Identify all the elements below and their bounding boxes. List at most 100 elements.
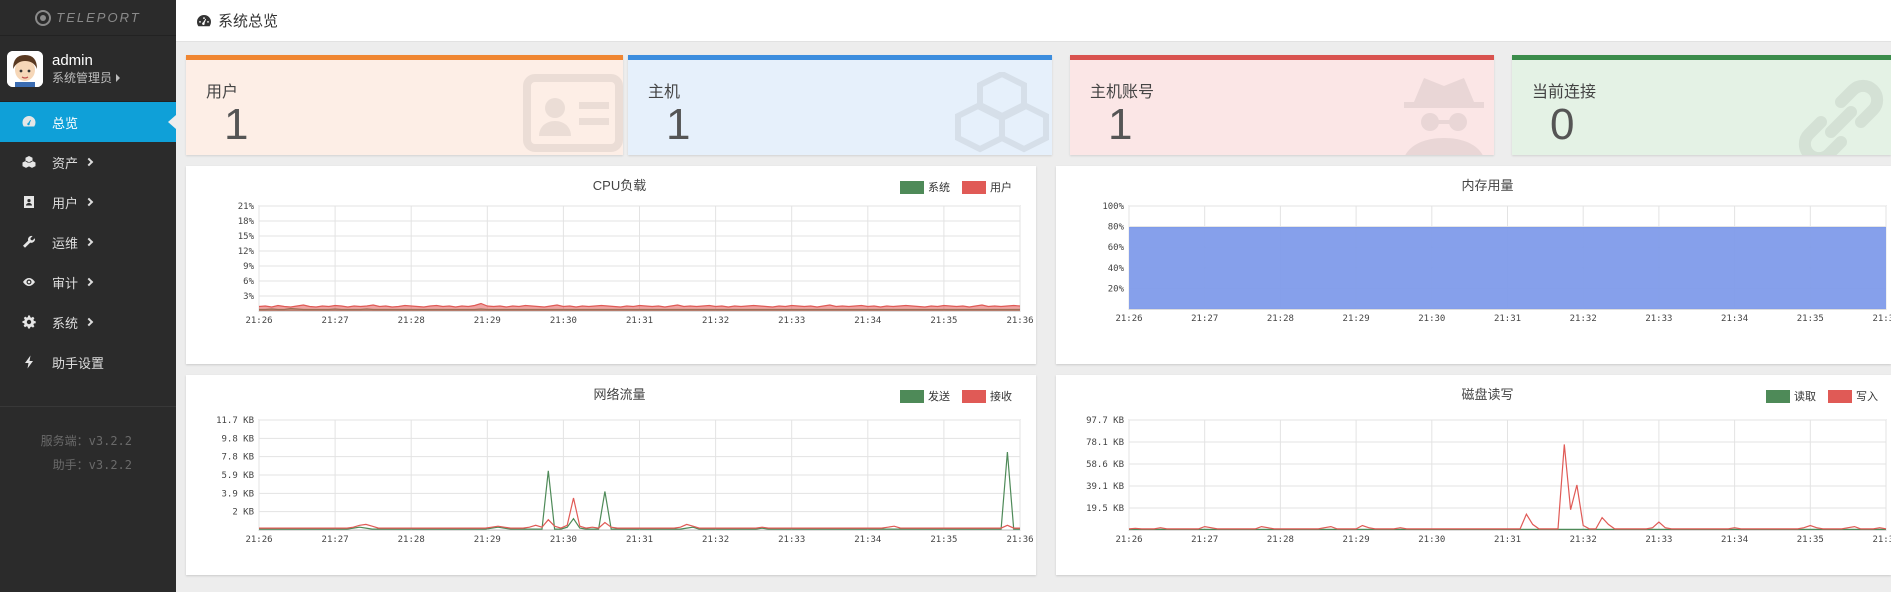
x-tick-label: 21:31 — [1494, 535, 1521, 545]
sidebar-item-label: 助手设置 — [52, 355, 105, 371]
stat-card-0[interactable]: 用户 1 — [186, 55, 623, 155]
link-icon — [1791, 72, 1891, 155]
sidebar-item-6[interactable]: 助手设置 — [0, 342, 176, 382]
sidebar-item-0[interactable]: 总览 — [0, 102, 176, 142]
user-secret-icon — [1394, 72, 1494, 155]
legend-label: 读取 — [1794, 389, 1816, 403]
user-panel[interactable]: admin 系统管理员 — [0, 36, 176, 102]
address-card-icon — [22, 195, 36, 209]
user-role-label: 系统管理员 — [52, 70, 113, 85]
sidebar-item-label: 总览 — [52, 115, 79, 131]
y-tick-label: 11.7 KB — [216, 416, 254, 426]
legend-label: 写入 — [1856, 391, 1878, 403]
x-tick-label: 21:28 — [1267, 314, 1294, 324]
user-name: admin — [52, 51, 93, 69]
legend-label: 用户 — [990, 180, 1012, 194]
cubes-icon — [952, 70, 1052, 155]
top-bar: 系统总览 — [176, 0, 1891, 42]
x-tick-label: 21:26 — [245, 316, 272, 326]
sidebar-item-4[interactable]: 审计 — [0, 262, 176, 302]
sidebar-menu: 总览资产 用户 运维 审计 系统助手设置 — [0, 102, 176, 382]
x-tick-label: 21:27 — [322, 535, 349, 545]
x-tick-label: 21:32 — [1570, 314, 1597, 324]
x-tick-label: 21:26 — [1115, 535, 1142, 545]
x-tick-label: 21:36 — [1872, 535, 1891, 545]
id-card-icon — [523, 72, 623, 155]
y-tick-label: 12% — [238, 247, 255, 257]
eye-icon — [22, 275, 36, 289]
y-tick-label: 5.9 KB — [221, 471, 254, 481]
stat-card-value: 1 — [224, 100, 249, 149]
x-tick-label: 21:32 — [702, 316, 729, 326]
sidebar-item-5[interactable]: 系统 — [0, 302, 176, 342]
stat-card-value: 1 — [666, 100, 691, 149]
x-tick-label: 21:34 — [1721, 535, 1748, 545]
dashboard-icon — [22, 115, 36, 129]
x-tick-label: 21:30 — [550, 535, 577, 545]
y-tick-label: 80% — [1108, 223, 1125, 233]
x-tick-label: 21:36 — [1006, 535, 1033, 545]
stat-card-value: 0 — [1550, 100, 1575, 149]
x-tick-label: 21:33 — [778, 535, 805, 545]
sidebar-item-2[interactable]: 用户 — [0, 182, 176, 222]
avatar — [7, 50, 43, 87]
dashboard-icon — [197, 14, 211, 26]
y-tick-label: 3.9 KB — [221, 489, 254, 499]
network-chart-panel: 网络流量 2 KB 3.9 KB 5.9 KB 7.8 KB 9.8 KB 11.7 KB 2… — [186, 375, 1036, 575]
y-tick-label: 21% — [238, 202, 255, 212]
y-tick-label: 19.5 KB — [1086, 504, 1124, 514]
sidebar: TELEPORT admin 系统管理员 总览 资产 用户 运维 审计 系统 助手设置 服务… — [0, 0, 176, 592]
disk-chart-panel: 磁盘读写 19.5 KB 39.1 KB 58.6 KB 78.1 KB 97.7 KB 2… — [1056, 375, 1891, 575]
x-tick-label: 21:31 — [626, 535, 653, 545]
x-tick-label: 21:27 — [322, 316, 349, 326]
cpu-chart-panel: CPU负载 3% 6% 9% 12% 15% 18% 21% 21:26 21:27 21:28 21… — [186, 166, 1036, 364]
y-tick-label: 78.1 KB — [1086, 438, 1124, 448]
y-tick-label: 7.8 KB — [221, 453, 254, 463]
y-tick-label: 9% — [243, 262, 254, 272]
y-tick-label: 3% — [243, 292, 254, 302]
disk-chart: 磁盘读写 19.5 KB 39.1 KB 58.6 KB 78.1 KB 97.7 KB 2… — [1086, 387, 1891, 545]
x-tick-label: 21:26 — [1115, 314, 1142, 324]
x-tick-label: 21:28 — [398, 316, 425, 326]
user-role-dropdown[interactable]: 系统管理员 — [52, 70, 121, 86]
caret-right-icon — [116, 74, 121, 83]
x-tick-label: 21:35 — [930, 535, 957, 545]
y-tick-label: 60% — [1108, 243, 1125, 253]
legend-swatch — [900, 181, 924, 194]
y-tick-label: 97.7 KB — [1086, 416, 1124, 426]
server-version: 服务端：v3.2.2 — [40, 434, 132, 448]
y-tick-label: 6% — [243, 277, 254, 287]
stat-card-2[interactable]: 主机账号 1 — [1070, 55, 1494, 155]
gear-icon — [22, 315, 36, 329]
stat-card-1[interactable]: 主机 1 — [628, 55, 1052, 155]
network-chart: 网络流量 2 KB 3.9 KB 5.9 KB 7.8 KB 9.8 KB 11.7 KB 2… — [216, 387, 1033, 545]
x-tick-label: 21:27 — [1191, 535, 1218, 545]
legend-swatch — [1766, 390, 1790, 403]
y-tick-label: 100% — [1102, 202, 1124, 212]
legend-swatch — [962, 181, 986, 194]
x-tick-label: 21:34 — [854, 535, 881, 545]
cubes-icon — [22, 155, 36, 169]
y-tick-label: 20% — [1108, 284, 1125, 294]
chart-title: 磁盘读写 — [1461, 387, 1513, 402]
x-tick-label: 21:35 — [1797, 314, 1824, 324]
sidebar-item-1[interactable]: 资产 — [0, 142, 176, 182]
teleport-logo-icon — [35, 9, 52, 26]
chevron-right-icon — [84, 317, 94, 327]
x-tick-label: 21:35 — [930, 316, 957, 326]
chevron-right-icon — [84, 277, 94, 287]
x-tick-label: 21:36 — [1872, 314, 1891, 324]
chevron-right-icon — [84, 157, 94, 167]
sidebar-item-3[interactable]: 运维 — [0, 222, 176, 262]
x-tick-label: 21:30 — [550, 316, 577, 326]
y-tick-label: 18% — [238, 217, 255, 227]
bolt-icon — [22, 355, 36, 369]
x-tick-label: 21:36 — [1006, 316, 1033, 326]
memory-chart-panel: 内存用量 20% 40% 60% 80% 100% 21:26 21:27 21:28 21:29… — [1056, 166, 1891, 364]
stat-card-label: 主机 — [648, 84, 681, 101]
x-tick-label: 21:34 — [854, 316, 881, 326]
stat-card-3[interactable]: 当前连接 0 — [1512, 55, 1891, 155]
chart-title: 网络流量 — [593, 387, 645, 402]
x-tick-label: 21:28 — [398, 535, 425, 545]
y-tick-label: 58.6 KB — [1086, 460, 1124, 470]
